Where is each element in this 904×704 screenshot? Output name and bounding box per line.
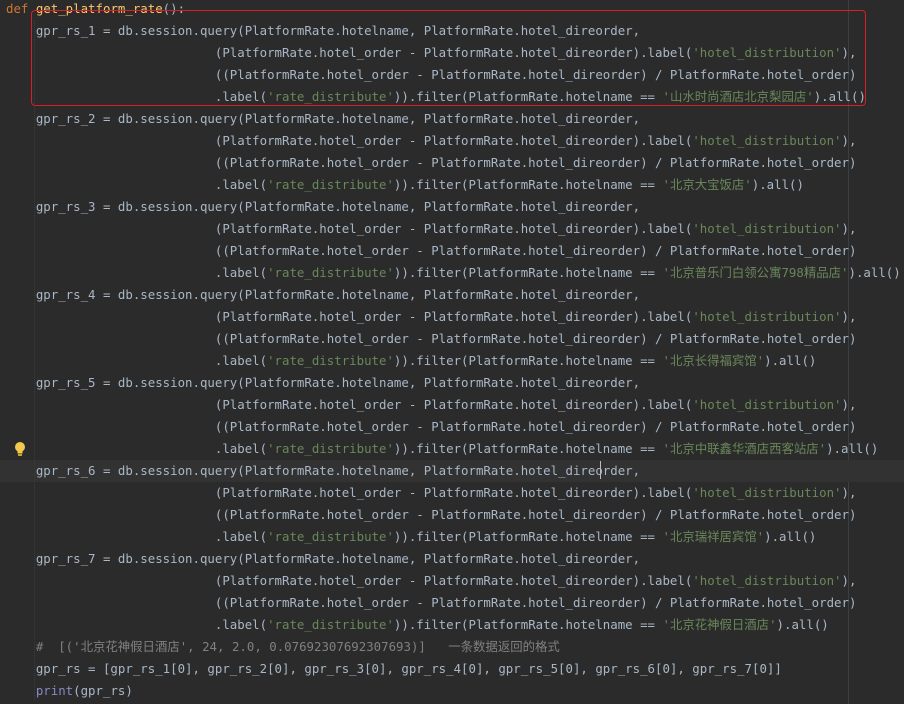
- code-line[interactable]: gpr_rs_7 = db.session.query(PlatformRate…: [0, 548, 904, 570]
- code-token: .label(: [6, 353, 268, 368]
- code-token: (PlatformRate.hotel_order - PlatformRate…: [6, 485, 693, 500]
- code-line[interactable]: .label('rate_distribute')).filter(Platfo…: [0, 614, 904, 636]
- code-token: 'hotel_distribution': [692, 133, 842, 148]
- code-token: ((PlatformRate.hotel_order - PlatformRat…: [6, 243, 857, 258]
- code-token: gpr_rs_6 = db.session.query(PlatformRate…: [6, 463, 641, 478]
- code-line[interactable]: print(gpr_rs): [0, 680, 904, 702]
- code-token: (PlatformRate.hotel_order - PlatformRate…: [6, 573, 693, 588]
- code-line[interactable]: (PlatformRate.hotel_order - PlatformRate…: [0, 218, 904, 240]
- code-line[interactable]: .label('rate_distribute')).filter(Platfo…: [0, 262, 904, 284]
- code-line[interactable]: ((PlatformRate.hotel_order - PlatformRat…: [0, 504, 904, 526]
- code-token: '北京中联鑫华酒店西客站店': [662, 441, 827, 456]
- code-token: (gpr_rs): [73, 683, 133, 698]
- code-token: ).all(): [764, 353, 817, 368]
- code-line[interactable]: gpr_rs_3 = db.session.query(PlatformRate…: [0, 196, 904, 218]
- code-token: 'rate_distribute': [267, 441, 394, 456]
- code-line[interactable]: ((PlatformRate.hotel_order - PlatformRat…: [0, 152, 904, 174]
- code-token: 'hotel_distribution': [692, 221, 842, 236]
- code-token: )).filter(PlatformRate.hotelname ==: [393, 529, 663, 544]
- code-line[interactable]: (PlatformRate.hotel_order - PlatformRate…: [0, 130, 904, 152]
- code-token: ),: [841, 309, 857, 324]
- code-token: (PlatformRate.hotel_order - PlatformRate…: [6, 397, 693, 412]
- code-token: 'hotel_distribution': [692, 485, 842, 500]
- code-token: ).all(): [848, 265, 901, 280]
- code-line[interactable]: .label('rate_distribute')).filter(Platfo…: [0, 438, 904, 460]
- code-token: print: [6, 683, 74, 698]
- code-token: 'rate_distribute': [267, 353, 394, 368]
- code-token: )).filter(PlatformRate.hotelname ==: [393, 617, 663, 632]
- code-token: '北京大宝饭店': [662, 177, 752, 192]
- code-editor[interactable]: def get_platform_rate(): gpr_rs_1 = db.s…: [0, 0, 904, 704]
- code-token: 'rate_distribute': [267, 617, 394, 632]
- code-token: .label(: [6, 265, 268, 280]
- code-token: ((PlatformRate.hotel_order - PlatformRat…: [6, 419, 857, 434]
- code-token: gpr_rs_4 = db.session.query(PlatformRate…: [6, 287, 641, 302]
- code-token: ).all(): [826, 441, 879, 456]
- code-token: gpr_rs_7 = db.session.query(PlatformRate…: [6, 551, 641, 566]
- code-token: 'hotel_distribution': [692, 397, 842, 412]
- code-token: gpr_rs_5 = db.session.query(PlatformRate…: [6, 375, 641, 390]
- code-token: 'rate_distribute': [267, 265, 394, 280]
- code-token: (PlatformRate.hotel_order - PlatformRate…: [6, 133, 693, 148]
- code-token: 'hotel_distribution': [692, 573, 842, 588]
- code-token: ).all(): [776, 617, 829, 632]
- code-token: ),: [841, 221, 857, 236]
- code-token: )).filter(PlatformRate.hotelname ==: [393, 441, 663, 456]
- code-token: ),: [841, 485, 857, 500]
- code-token: ((PlatformRate.hotel_order - PlatformRat…: [6, 595, 857, 610]
- annotation-highlight-box: [31, 10, 866, 106]
- code-token: # [('北京花神假日酒店', 24, 2.0, 0.0769230769230…: [6, 639, 560, 654]
- code-token: '北京长得福宾馆': [662, 353, 765, 368]
- code-line[interactable]: ((PlatformRate.hotel_order - PlatformRat…: [0, 240, 904, 262]
- code-line[interactable]: (PlatformRate.hotel_order - PlatformRate…: [0, 570, 904, 592]
- lightbulb-icon[interactable]: [13, 441, 27, 457]
- code-token: (PlatformRate.hotel_order - PlatformRate…: [6, 309, 693, 324]
- code-token: .label(: [6, 441, 268, 456]
- code-token: 'rate_distribute': [267, 177, 394, 192]
- code-line[interactable]: .label('rate_distribute')).filter(Platfo…: [0, 526, 904, 548]
- code-token: ((PlatformRate.hotel_order - PlatformRat…: [6, 507, 857, 522]
- code-token: )).filter(PlatformRate.hotelname ==: [393, 353, 663, 368]
- code-token: )).filter(PlatformRate.hotelname ==: [393, 177, 663, 192]
- code-token: ).all(): [764, 529, 817, 544]
- code-token: .label(: [6, 529, 268, 544]
- code-token: .label(: [6, 177, 268, 192]
- code-token: ),: [841, 397, 857, 412]
- code-token: ((PlatformRate.hotel_order - PlatformRat…: [6, 155, 857, 170]
- code-line[interactable]: # [('北京花神假日酒店', 24, 2.0, 0.0769230769230…: [0, 636, 904, 658]
- code-token: gpr_rs_2 = db.session.query(PlatformRate…: [6, 111, 641, 126]
- code-token: gpr_rs = [gpr_rs_1[0], gpr_rs_2[0], gpr_…: [6, 661, 782, 676]
- code-token: 'hotel_distribution': [692, 309, 842, 324]
- code-token: ).all(): [751, 177, 804, 192]
- code-line[interactable]: ((PlatformRate.hotel_order - PlatformRat…: [0, 416, 904, 438]
- code-line[interactable]: (PlatformRate.hotel_order - PlatformRate…: [0, 482, 904, 504]
- code-token: .label(: [6, 617, 268, 632]
- code-line[interactable]: ((PlatformRate.hotel_order - PlatformRat…: [0, 592, 904, 614]
- code-line[interactable]: ((PlatformRate.hotel_order - PlatformRat…: [0, 328, 904, 350]
- code-token: '北京花神假日酒店': [662, 617, 777, 632]
- code-line[interactable]: .label('rate_distribute')).filter(Platfo…: [0, 350, 904, 372]
- code-line[interactable]: (PlatformRate.hotel_order - PlatformRate…: [0, 394, 904, 416]
- code-token: '北京普乐门白领公寓798精品店': [662, 265, 849, 280]
- code-line[interactable]: gpr_rs_6 = db.session.query(PlatformRate…: [0, 460, 904, 482]
- code-token: '北京瑞祥居宾馆': [662, 529, 765, 544]
- text-caret: [600, 461, 601, 479]
- code-line[interactable]: (PlatformRate.hotel_order - PlatformRate…: [0, 306, 904, 328]
- code-line[interactable]: .label('rate_distribute')).filter(Platfo…: [0, 174, 904, 196]
- code-token: (PlatformRate.hotel_order - PlatformRate…: [6, 221, 693, 236]
- code-line[interactable]: gpr_rs_2 = db.session.query(PlatformRate…: [0, 108, 904, 130]
- code-token: 'rate_distribute': [267, 529, 394, 544]
- code-token: gpr_rs_3 = db.session.query(PlatformRate…: [6, 199, 641, 214]
- code-token: ((PlatformRate.hotel_order - PlatformRat…: [6, 331, 857, 346]
- code-token: ),: [841, 573, 857, 588]
- code-line[interactable]: gpr_rs_5 = db.session.query(PlatformRate…: [0, 372, 904, 394]
- code-line[interactable]: gpr_rs = [gpr_rs_1[0], gpr_rs_2[0], gpr_…: [0, 658, 904, 680]
- code-token: )).filter(PlatformRate.hotelname ==: [393, 265, 663, 280]
- indent-guide: [34, 20, 35, 700]
- code-line[interactable]: gpr_rs_4 = db.session.query(PlatformRate…: [0, 284, 904, 306]
- code-token: ),: [841, 133, 857, 148]
